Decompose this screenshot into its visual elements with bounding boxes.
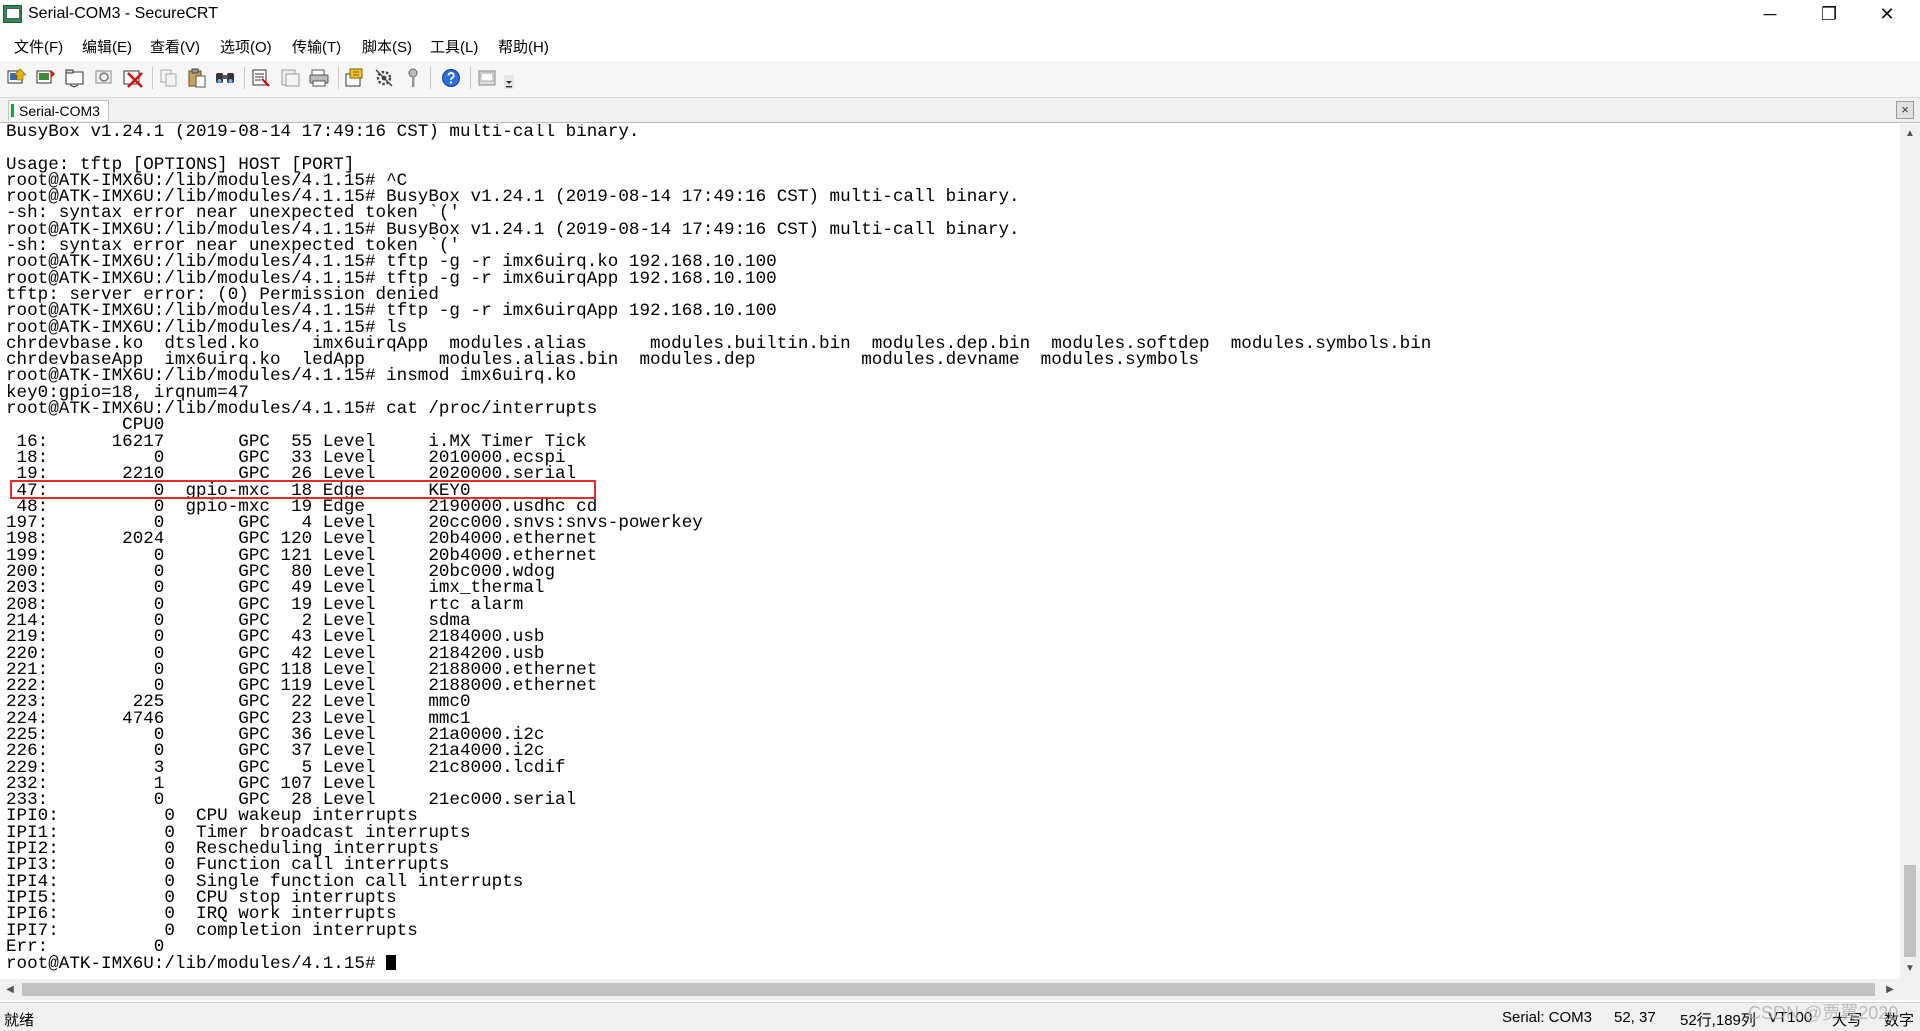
vertical-scrollbar[interactable]: ▲ ▼: [1900, 124, 1920, 979]
window-title: Serial-COM3 - SecureCRT: [28, 5, 218, 22]
close-button[interactable]: ✕: [1864, 0, 1910, 30]
sftp-icon[interactable]: [476, 67, 498, 89]
status-dimensions: 52行,189列: [1680, 1012, 1756, 1029]
terminal-prompt: root@ATK-IMX6U:/lib/modules/4.1.15#: [6, 954, 387, 975]
toolbar-separator: [338, 67, 339, 89]
connect-in-tab-icon[interactable]: [64, 67, 86, 89]
print-selection-icon[interactable]: [308, 67, 330, 89]
scrollbar-corner: [1900, 979, 1920, 1000]
keymap-icon[interactable]: [402, 67, 424, 89]
help-icon[interactable]: [440, 67, 462, 89]
horizontal-scroll-thumb[interactable]: [22, 983, 1875, 996]
vertical-scroll-thumb[interactable]: [1904, 865, 1916, 957]
copy-icon[interactable]: [158, 67, 180, 89]
horizontal-scrollbar[interactable]: ◀ ▶: [0, 979, 1900, 1000]
menu-view[interactable]: 查看(V): [150, 36, 200, 57]
terminal-cursor: [386, 955, 397, 971]
toolbar-overflow-icon[interactable]: [504, 75, 514, 89]
connect-icon[interactable]: [6, 67, 28, 89]
terminal-lines: BusyBox v1.24.1 (2019-08-14 17:49:16 CST…: [6, 124, 1431, 957]
scroll-left-arrow-icon[interactable]: ◀: [0, 979, 20, 1000]
quick-connect-icon[interactable]: [35, 67, 57, 89]
session-options-icon[interactable]: [344, 67, 366, 89]
terminal-output[interactable]: BusyBox v1.24.1 (2019-08-14 17:49:16 CST…: [0, 124, 1898, 979]
menu-help[interactable]: 帮助(H): [498, 36, 549, 57]
toolbar-separator: [430, 67, 431, 89]
menu-options[interactable]: 选项(O): [220, 36, 272, 57]
csdn-watermark: CSDN @贾翼2020: [1748, 1003, 1899, 1023]
scroll-down-arrow-icon[interactable]: ▼: [1900, 959, 1920, 979]
print-setup-icon[interactable]: [279, 67, 301, 89]
toolbar-separator: [244, 67, 245, 89]
minimize-button[interactable]: ─: [1747, 0, 1793, 30]
scroll-right-arrow-icon[interactable]: ▶: [1880, 979, 1900, 1000]
toolbar-separator: [152, 67, 153, 89]
disconnect-icon[interactable]: [122, 67, 144, 89]
status-bar: 就绪 Serial: COM3 52, 37 52行,189列 VT100 大写…: [0, 1002, 1920, 1031]
restore-button[interactable]: ❐: [1806, 0, 1852, 30]
menu-bar: 文件(F) 编辑(E) 查看(V) 选项(O) 传输(T) 脚本(S) 工具(L…: [0, 31, 1920, 59]
tab-serial-com3[interactable]: Serial-COM3: [8, 100, 109, 121]
key0-highlight-box: [10, 480, 596, 499]
find-icon[interactable]: [214, 67, 236, 89]
scroll-up-arrow-icon[interactable]: ▲: [1900, 124, 1920, 144]
menu-file[interactable]: 文件(F): [14, 36, 63, 57]
session-tab-strip: Serial-COM3 ×: [0, 98, 1920, 123]
menu-script[interactable]: 脚本(S): [362, 36, 412, 57]
menu-transfer[interactable]: 传输(T): [292, 36, 341, 57]
terminal-line: BusyBox v1.24.1 (2019-08-14 17:49:16 CST…: [6, 124, 640, 142]
global-options-icon[interactable]: [373, 67, 395, 89]
toolbar-separator: [470, 67, 471, 89]
connection-status-indicator: [11, 104, 14, 117]
title-bar: Serial-COM3 - SecureCRT ─ ❐ ✕: [0, 0, 1920, 30]
menu-tools[interactable]: 工具(L): [430, 36, 478, 57]
status-session: Serial: COM3: [1502, 1009, 1593, 1026]
tab-label: Serial-COM3: [19, 103, 100, 119]
print-icon[interactable]: [250, 67, 272, 89]
reconnect-icon[interactable]: [93, 67, 115, 89]
close-tab-button[interactable]: ×: [1896, 101, 1914, 119]
status-ready: 就绪: [4, 1012, 35, 1029]
terminal-text: BusyBox v1.24.1 (2019-08-14 17:49:16 CST…: [0, 124, 1898, 975]
securecrt-app-icon[interactable]: [3, 5, 22, 23]
menu-edit[interactable]: 编辑(E): [82, 36, 132, 57]
status-cursor-pos: 52, 37: [1614, 1009, 1656, 1026]
toolbar: [0, 61, 1920, 98]
paste-icon[interactable]: [186, 67, 208, 89]
